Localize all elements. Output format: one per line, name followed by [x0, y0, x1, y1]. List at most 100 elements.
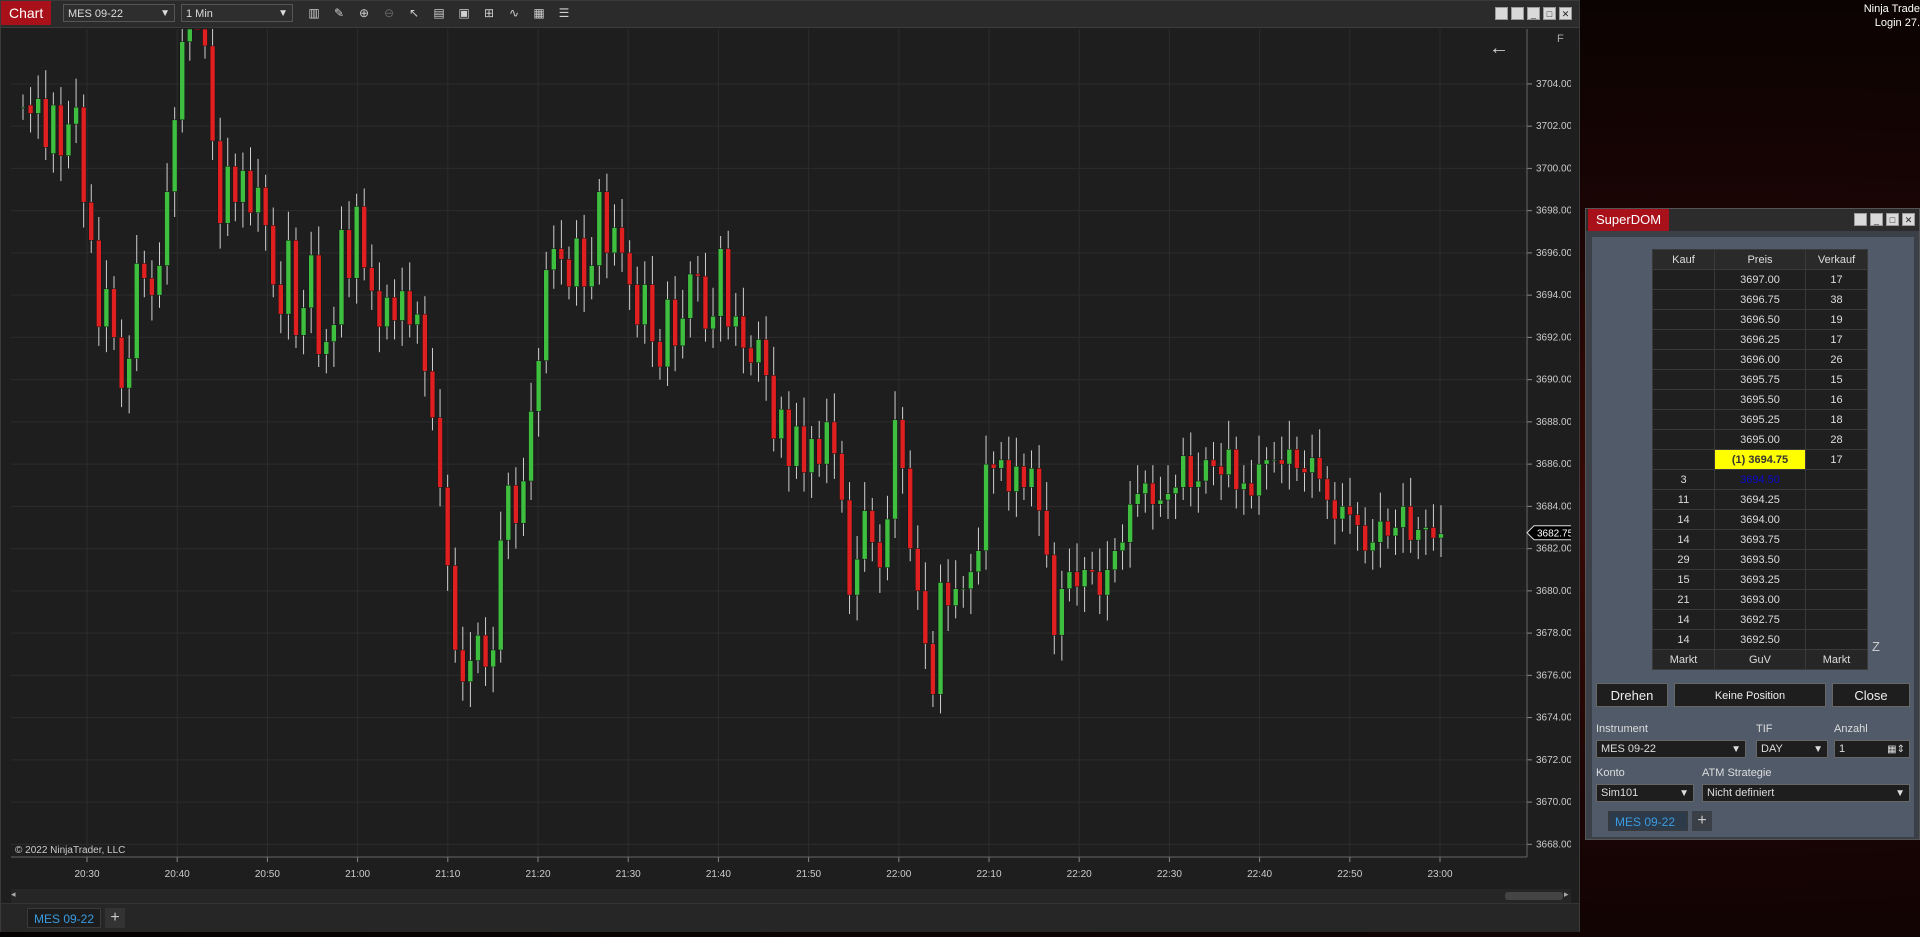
bar-type-icon[interactable]: ▥ — [305, 4, 323, 22]
price-cell[interactable]: 3695.50 — [1714, 389, 1806, 410]
chart-properties-icon[interactable]: ▦ — [530, 4, 548, 22]
bid-cell[interactable]: 29 — [1652, 549, 1715, 570]
bid-cell[interactable] — [1652, 289, 1715, 310]
interval-select[interactable]: 1 Min ▼ — [181, 4, 293, 22]
maximize-button[interactable]: □ — [1543, 7, 1556, 20]
ask-cell[interactable]: 26 — [1805, 349, 1868, 370]
horizontal-scrollbar[interactable]: ◂ ▸ — [11, 889, 1571, 903]
instrument-select[interactable]: MES 09-22 ▼ — [63, 4, 175, 22]
corner-letter[interactable]: F — [1557, 33, 1564, 45]
chart-tab[interactable]: MES 09-22 — [27, 908, 102, 928]
minimize-button[interactable]: _ — [1870, 213, 1883, 226]
scroll-left-icon[interactable]: ◂ — [11, 889, 16, 900]
strategy-icon[interactable]: ⊞ — [480, 4, 498, 22]
z-label[interactable]: Z — [1872, 639, 1880, 654]
account-select[interactable]: Sim101 ▼ — [1596, 784, 1694, 802]
ask-cell[interactable]: 16 — [1805, 389, 1868, 410]
bid-cell[interactable]: 14 — [1652, 629, 1715, 650]
ask-cell[interactable] — [1805, 529, 1868, 550]
bid-cell[interactable] — [1652, 269, 1715, 290]
price-cell[interactable]: 3692.75 — [1714, 609, 1806, 630]
bid-cell[interactable] — [1652, 449, 1715, 470]
list-icon[interactable]: ☰ — [555, 4, 573, 22]
price-cell[interactable]: 3693.25 — [1714, 569, 1806, 590]
candlestick-chart[interactable]: 3704.00 3702.00 3700.00 3698.00 3696.00 3694.… — [11, 29, 1571, 887]
window-properties-icon[interactable]: ▣ — [455, 4, 473, 22]
superdom-add-tab-button[interactable]: + — [1692, 811, 1712, 831]
price-cell[interactable]: 3696.25 — [1714, 329, 1806, 350]
ask-cell[interactable] — [1805, 549, 1868, 570]
tile-button[interactable] — [1495, 7, 1508, 20]
ask-cell[interactable] — [1805, 629, 1868, 650]
bid-cell[interactable]: 21 — [1652, 589, 1715, 610]
data-box-icon[interactable]: ▤ — [430, 4, 448, 22]
last-price-cell[interactable]: (1) 3694.75 — [1714, 449, 1806, 470]
link-button[interactable] — [1854, 213, 1867, 226]
back-arrow-icon[interactable]: ← — [1489, 37, 1509, 60]
price-cell[interactable]: 3694.50 — [1714, 469, 1806, 490]
pointer-icon[interactable]: ↖ — [405, 4, 423, 22]
ask-cell[interactable] — [1805, 489, 1868, 510]
price-cell[interactable]: 3697.00 — [1714, 269, 1806, 290]
price-cell[interactable]: 3695.25 — [1714, 409, 1806, 430]
bid-cell[interactable] — [1652, 309, 1715, 330]
superdom-window-tag[interactable]: SuperDOM — [1588, 209, 1670, 231]
atm-strategy-select[interactable]: Nicht definiert ▼ — [1702, 784, 1910, 802]
bid-cell[interactable]: 3 — [1652, 469, 1715, 490]
ask-cell[interactable] — [1805, 509, 1868, 530]
price-cell[interactable]: 3694.25 — [1714, 489, 1806, 510]
ask-cell[interactable] — [1805, 609, 1868, 630]
bid-cell[interactable] — [1652, 349, 1715, 370]
ask-cell[interactable]: 38 — [1805, 289, 1868, 310]
price-cell[interactable]: 3692.50 — [1714, 629, 1806, 650]
scrollbar-thumb[interactable] — [1505, 892, 1563, 900]
zoom-out-icon[interactable]: ⊖ — [380, 4, 398, 22]
link-button[interactable] — [1511, 7, 1524, 20]
price-cell[interactable]: 3696.75 — [1714, 289, 1806, 310]
quantity-stepper[interactable]: 1 ▦⇕ — [1834, 740, 1910, 758]
price-cell[interactable]: 3693.50 — [1714, 549, 1806, 570]
bid-cell[interactable] — [1652, 429, 1715, 450]
minimize-button[interactable]: _ — [1527, 7, 1540, 20]
stepper-icon[interactable]: ▦⇕ — [1887, 741, 1905, 758]
ask-cell[interactable]: 17 — [1805, 329, 1868, 350]
ask-cell[interactable]: 17 — [1805, 449, 1868, 470]
zoom-in-icon[interactable]: ⊕ — [355, 4, 373, 22]
bid-cell[interactable]: 14 — [1652, 609, 1715, 630]
ask-cell[interactable]: 19 — [1805, 309, 1868, 330]
maximize-button[interactable]: □ — [1886, 213, 1899, 226]
ask-cell[interactable]: 17 — [1805, 269, 1868, 290]
ask-cell[interactable]: 15 — [1805, 369, 1868, 390]
bid-cell[interactable]: 14 — [1652, 509, 1715, 530]
reverse-button[interactable]: Drehen — [1596, 683, 1668, 707]
ask-cell[interactable] — [1805, 469, 1868, 490]
tif-select[interactable]: DAY ▼ — [1756, 740, 1828, 758]
indicators-icon[interactable]: ∿ — [505, 4, 523, 22]
position-display[interactable]: Keine Position — [1674, 683, 1826, 707]
ask-cell[interactable] — [1805, 569, 1868, 590]
bid-cell[interactable] — [1652, 369, 1715, 390]
price-cell[interactable]: 3695.75 — [1714, 369, 1806, 390]
bid-cell[interactable] — [1652, 409, 1715, 430]
price-cell[interactable]: 3695.00 — [1714, 429, 1806, 450]
price-cell[interactable]: 3693.00 — [1714, 589, 1806, 610]
scroll-right-icon[interactable]: ▸ — [1564, 889, 1569, 900]
dom-instrument-select[interactable]: MES 09-22 ▼ — [1596, 740, 1746, 758]
close-window-button[interactable]: ✕ — [1902, 213, 1915, 226]
pencil-icon[interactable]: ✎ — [330, 4, 348, 22]
close-position-button[interactable]: Close — [1832, 683, 1910, 707]
chart-window-tag[interactable]: Chart — [1, 1, 52, 25]
ask-cell[interactable]: 28 — [1805, 429, 1868, 450]
bid-cell[interactable] — [1652, 329, 1715, 350]
price-cell[interactable]: 3693.75 — [1714, 529, 1806, 550]
add-tab-button[interactable]: + — [105, 908, 125, 928]
superdom-tab[interactable]: MES 09-22 — [1608, 811, 1688, 831]
pnl-cell[interactable]: GuV — [1714, 649, 1806, 670]
bid-cell[interactable]: 14 — [1652, 529, 1715, 550]
bid-cell[interactable] — [1652, 389, 1715, 410]
bid-cell[interactable]: 15 — [1652, 569, 1715, 590]
price-cell[interactable]: 3696.00 — [1714, 349, 1806, 370]
price-cell[interactable]: 3696.50 — [1714, 309, 1806, 330]
price-cell[interactable]: 3694.00 — [1714, 509, 1806, 530]
close-window-button[interactable]: ✕ — [1559, 7, 1572, 20]
